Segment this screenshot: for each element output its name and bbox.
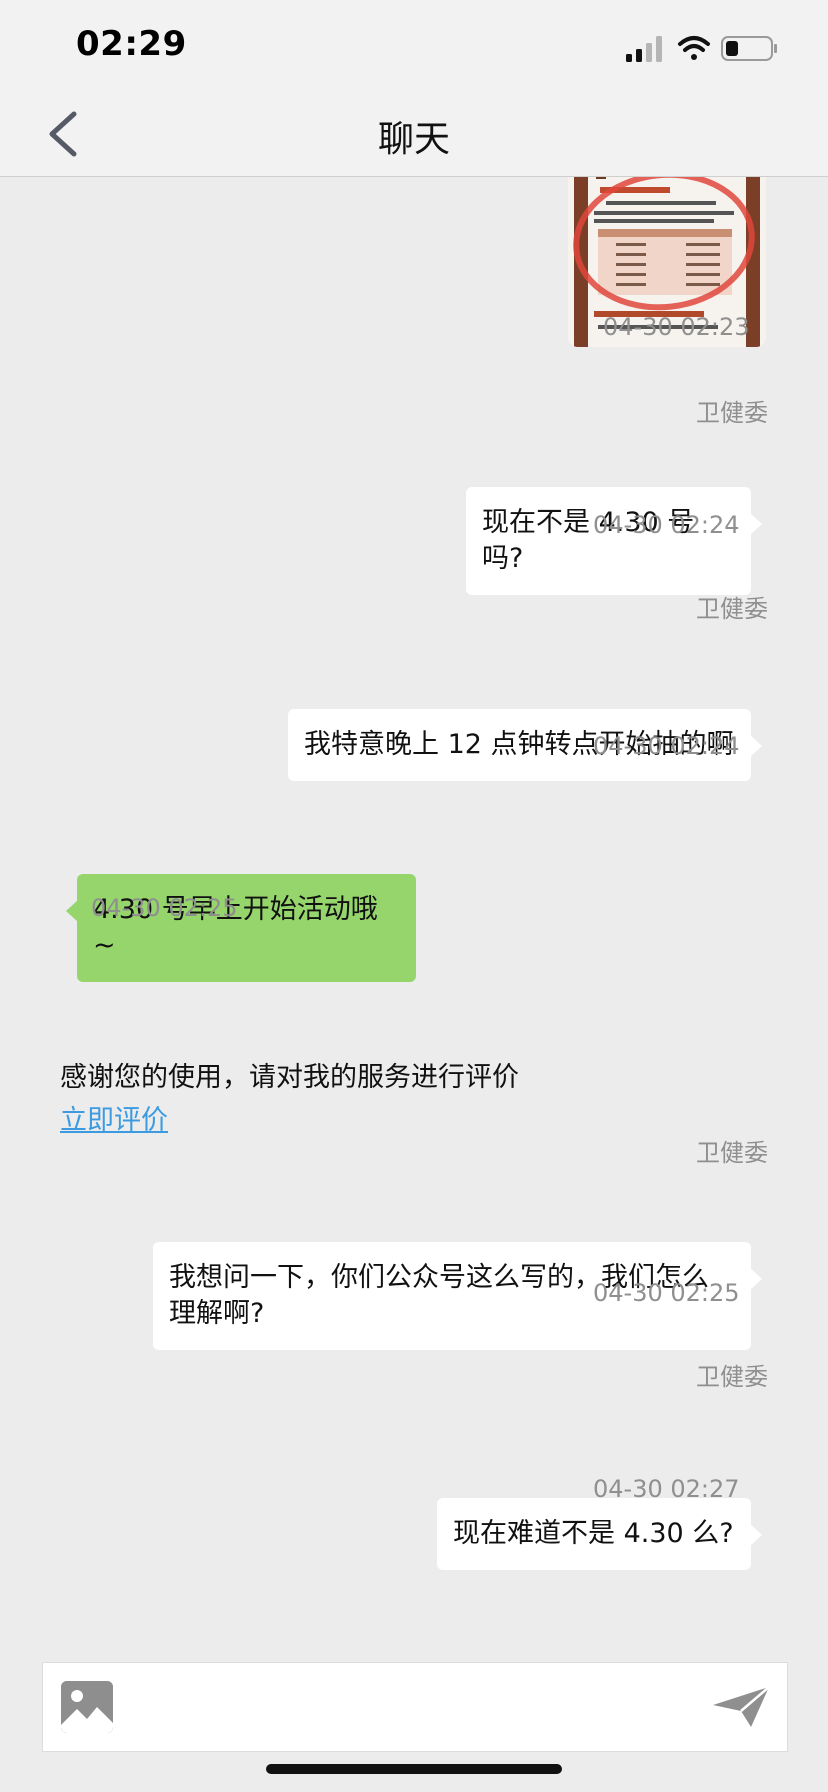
send-button[interactable]: [711, 1685, 771, 1729]
sender-name: 卫健委: [696, 1363, 768, 1391]
message-timestamp: 04-30 02:23: [603, 313, 750, 341]
nav-bar: 聊天: [0, 92, 828, 177]
image-icon: [61, 1681, 113, 1733]
message-input[interactable]: [135, 1675, 699, 1739]
status-time: 02:29: [76, 24, 187, 64]
message-bubble[interactable]: 4.30 号早上开始活动哦 ~: [66, 874, 416, 982]
message-timestamp: 04-30 02:25: [593, 1279, 740, 1307]
rating-prompt: 感谢您的使用，请对我的服务进行评价: [60, 1062, 519, 1093]
message-bubble[interactable]: 现在不是 4.30 号吗?: [466, 487, 762, 595]
sender-name: 卫健委: [696, 399, 768, 427]
image-button[interactable]: [61, 1681, 113, 1733]
message-timestamp: 04-30 02:24: [593, 732, 740, 760]
page-title: 聊天: [377, 119, 450, 160]
sender-name: 卫健委: [696, 1139, 768, 1167]
chat-area[interactable]: 04-30 02:23 卫健委 现在不是 4.30 号吗? 04-30 02:2…: [0, 177, 828, 1657]
wifi-icon: [678, 36, 710, 60]
cellular-signal-icon: [626, 36, 662, 62]
rate-now-link[interactable]: 立即评价: [60, 1098, 168, 1137]
sender-name: 卫健委: [696, 595, 768, 623]
battery-icon: [721, 36, 777, 61]
status-bar: 02:29: [0, 0, 828, 92]
message-text: 现在难道不是 4.30 么?: [453, 1518, 734, 1549]
message-timestamp: 04-30 02:25: [91, 894, 238, 922]
home-indicator: [266, 1764, 562, 1774]
status-icons: [626, 36, 777, 62]
message-timestamp: 04-30 02:27: [593, 1475, 740, 1503]
paper-plane-icon: [713, 1686, 770, 1727]
message-timestamp: 04-30 02:24: [593, 511, 740, 539]
message-bubble[interactable]: 现在难道不是 4.30 么?: [437, 1498, 762, 1570]
message-input-bar: [42, 1662, 788, 1752]
